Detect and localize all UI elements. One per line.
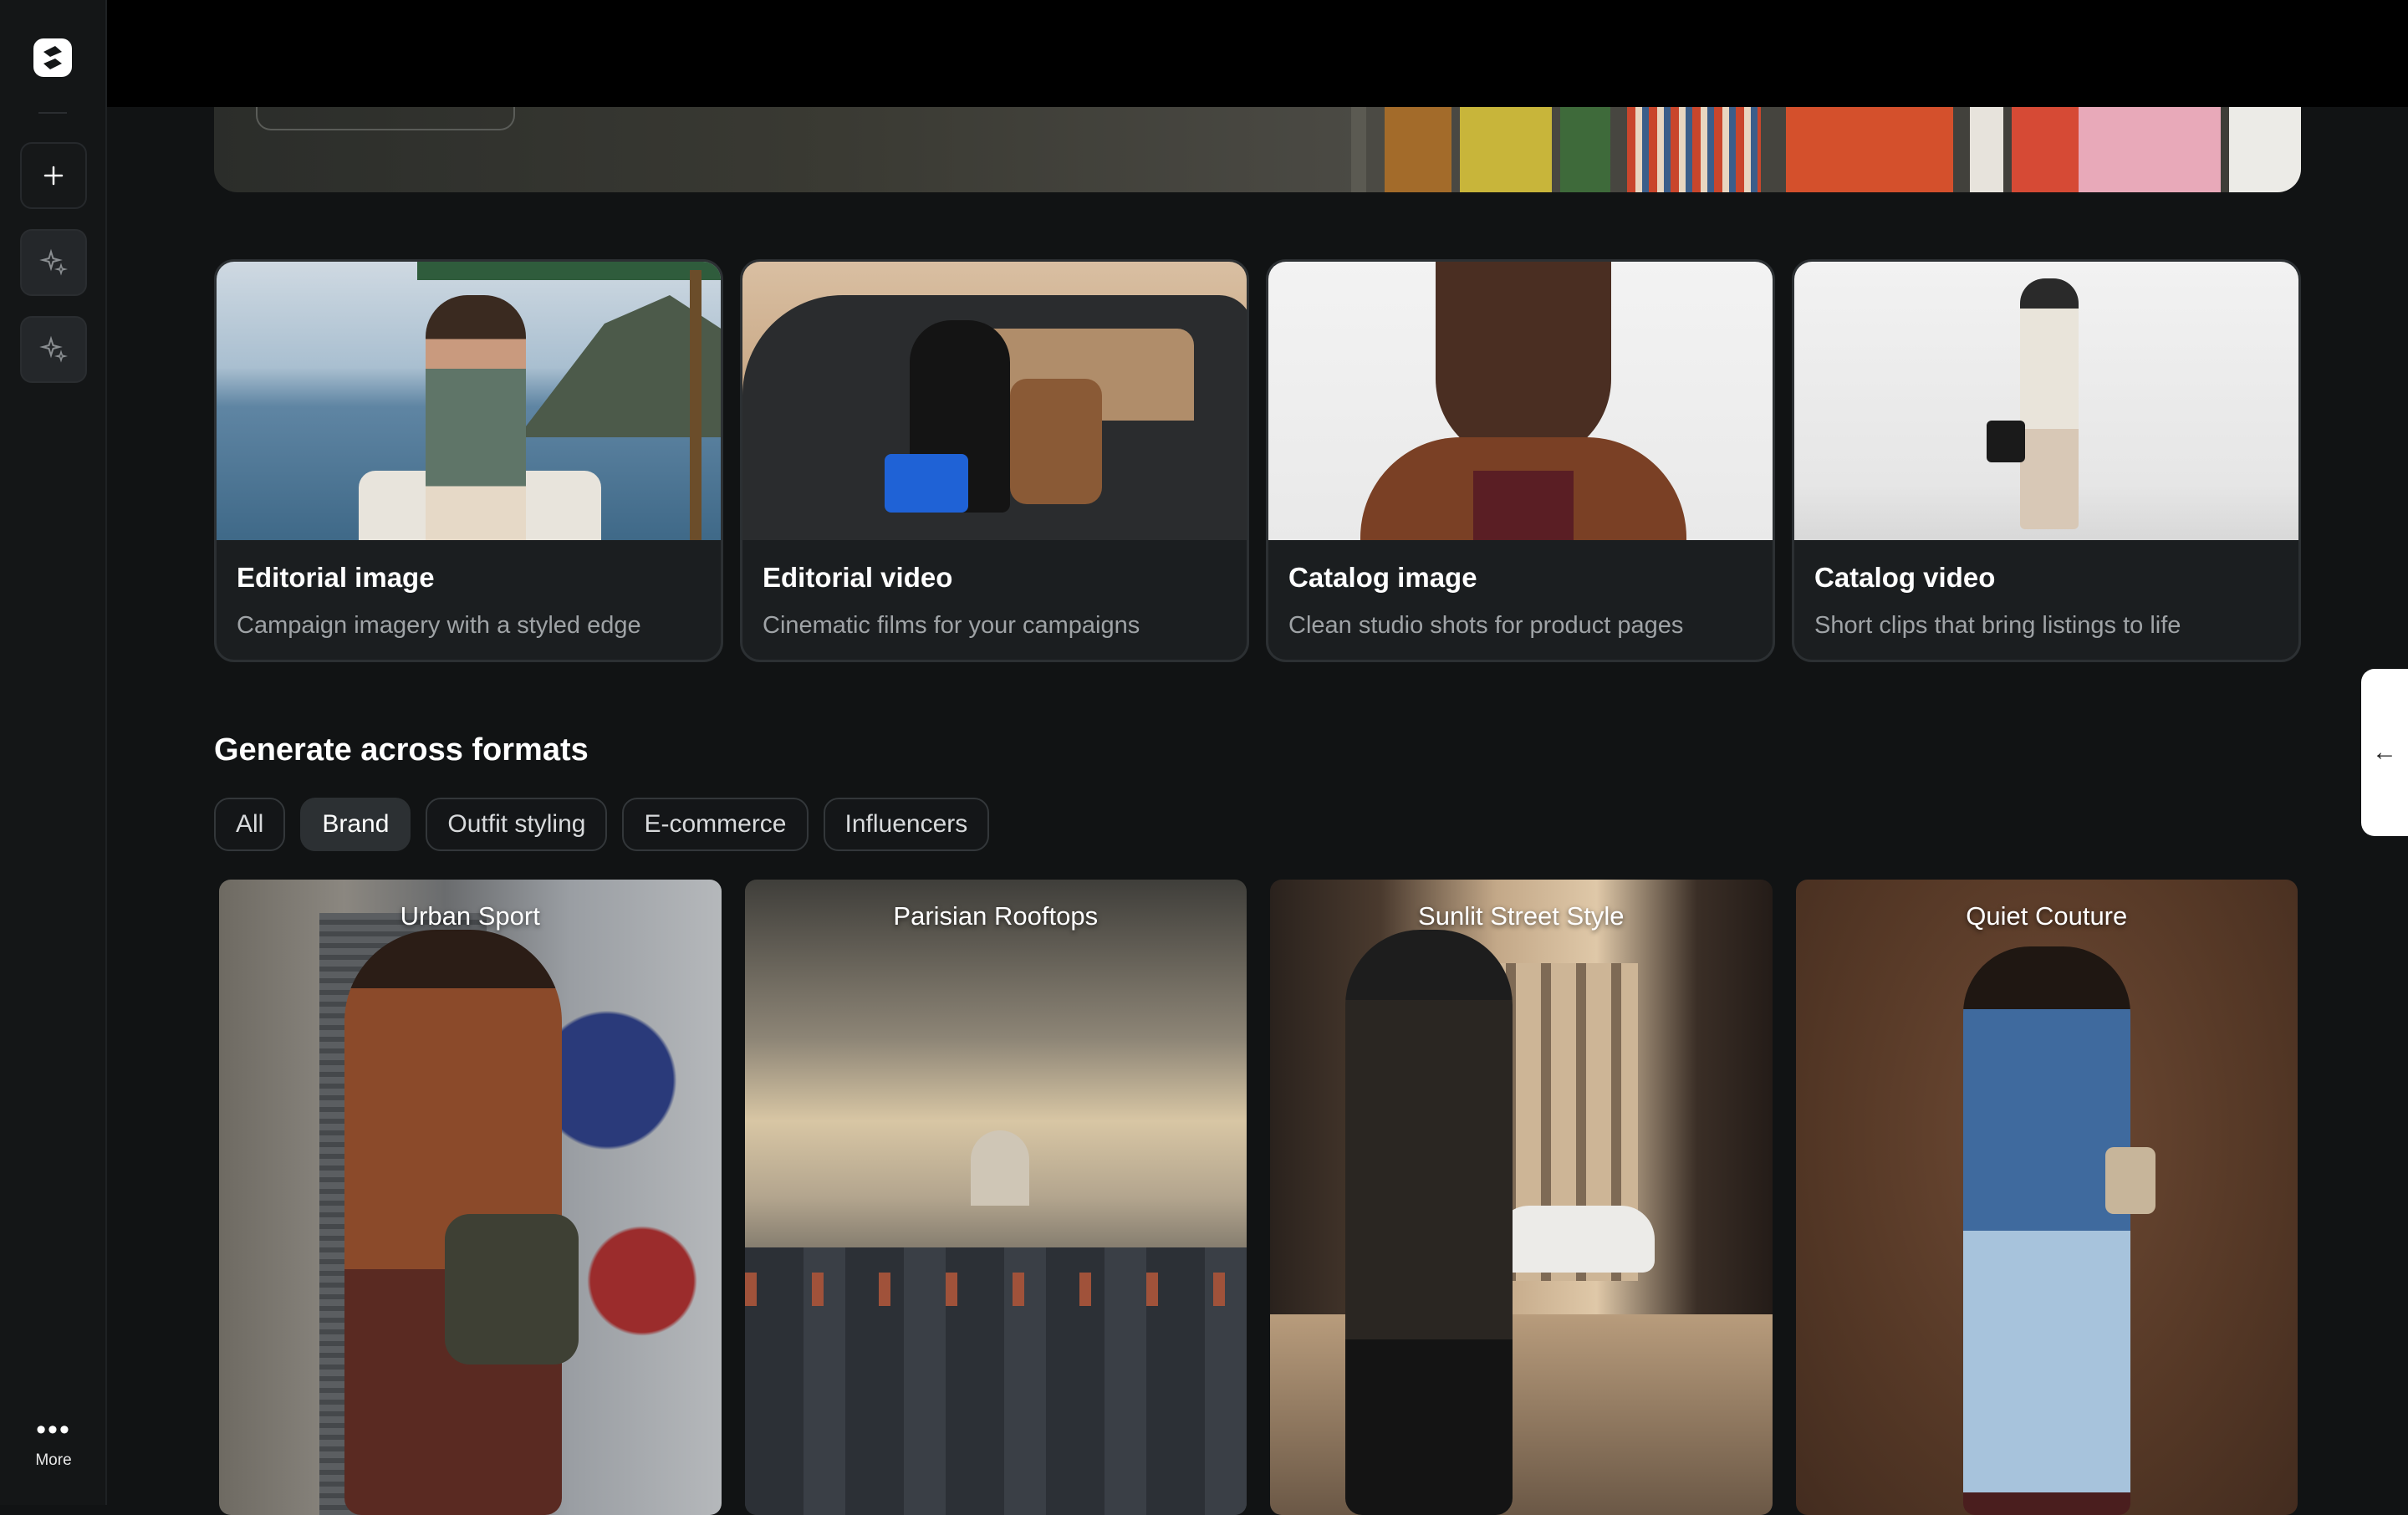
filter-chips: All Brand Outfit styling E-commerce Infl… bbox=[214, 798, 990, 851]
tile-label: Sunlit Street Style bbox=[1418, 901, 1625, 931]
chip-brand[interactable]: Brand bbox=[300, 798, 411, 851]
collapse-panel-button[interactable]: ← bbox=[2361, 669, 2408, 836]
chip-influencers[interactable]: Influencers bbox=[823, 798, 990, 851]
card-catalog-image[interactable]: Catalog image Clean studio shots for pro… bbox=[1266, 259, 1775, 662]
model-bag bbox=[445, 1214, 579, 1365]
model-shirt bbox=[1473, 471, 1574, 540]
more-dots-icon: ••• bbox=[36, 1414, 71, 1446]
tile-quiet-couture[interactable]: Quiet Couture bbox=[1795, 880, 2298, 1515]
model-figure bbox=[426, 295, 526, 540]
tile-parisian-rooftops[interactable]: Parisian Rooftops bbox=[744, 880, 1247, 1515]
hero-model-figure bbox=[1351, 100, 1366, 192]
tile-label: Quiet Couture bbox=[1966, 901, 2128, 931]
tile-sunlit-street-style[interactable]: Sunlit Street Style bbox=[1270, 880, 1773, 1515]
top-bar bbox=[0, 0, 2408, 107]
tile-label: Parisian Rooftops bbox=[893, 901, 1099, 931]
arrow-left-icon: ← bbox=[2372, 738, 2397, 766]
card-image bbox=[1794, 262, 2298, 540]
card-editorial-video[interactable]: Editorial video Cinematic films for your… bbox=[740, 259, 1249, 662]
model-figure bbox=[1345, 930, 1513, 1515]
sidebar: ••• More bbox=[0, 0, 107, 1505]
sidebar-divider bbox=[38, 112, 67, 114]
card-editorial-image[interactable]: Editorial image Campaign imagery with a … bbox=[214, 259, 723, 662]
card-catalog-video[interactable]: Catalog video Short clips that bring lis… bbox=[1792, 259, 2301, 662]
tile-image bbox=[1795, 880, 2298, 1515]
sparkle-icon bbox=[39, 335, 68, 363]
model-figure bbox=[2020, 278, 2079, 529]
sidebar-item-styles[interactable] bbox=[20, 316, 87, 383]
more-label: More bbox=[35, 1451, 72, 1469]
sacre-coeur bbox=[970, 1130, 1029, 1206]
tile-image bbox=[744, 880, 1247, 1515]
card-image bbox=[742, 262, 1247, 540]
card-description: Clean studio shots for product pages bbox=[1288, 612, 1684, 639]
tile-urban-sport[interactable]: Urban Sport bbox=[219, 880, 722, 1515]
tile-image bbox=[219, 880, 722, 1515]
card-description: Campaign imagery with a styled edge bbox=[237, 612, 641, 639]
chip-all[interactable]: All bbox=[214, 798, 286, 851]
chimneys bbox=[744, 1273, 1247, 1306]
boat-pole bbox=[690, 270, 701, 540]
car-seat bbox=[1010, 379, 1102, 504]
tile-label: Urban Sport bbox=[400, 901, 540, 931]
model-head bbox=[1436, 262, 1611, 462]
car bbox=[1496, 1206, 1655, 1273]
card-image bbox=[217, 262, 721, 540]
chip-e-commerce[interactable]: E-commerce bbox=[622, 798, 809, 851]
card-description: Short clips that bring listings to life bbox=[1814, 612, 2181, 639]
blue-bag bbox=[885, 454, 968, 513]
model-bag bbox=[1987, 421, 2025, 462]
model-figure bbox=[1962, 946, 2130, 1515]
new-project-button[interactable] bbox=[20, 142, 87, 209]
style-tiles: Urban Sport Parisian Rooftops Sunlit Str… bbox=[219, 880, 2298, 1515]
card-description: Cinematic films for your campaigns bbox=[763, 612, 1140, 639]
card-title: Editorial image bbox=[237, 562, 435, 593]
section-title: Generate across formats bbox=[214, 732, 589, 768]
model-bag bbox=[2104, 1147, 2155, 1214]
format-cards: Editorial image Campaign imagery with a … bbox=[214, 259, 2301, 662]
chip-outfit-styling[interactable]: Outfit styling bbox=[426, 798, 608, 851]
card-title: Catalog image bbox=[1288, 562, 1477, 593]
more-button[interactable]: ••• More bbox=[0, 1414, 107, 1470]
sparkle-icon bbox=[39, 248, 68, 276]
sidebar-item-generate[interactable] bbox=[20, 229, 87, 296]
brand-logo-icon[interactable] bbox=[33, 38, 72, 77]
card-title: Catalog video bbox=[1814, 562, 1996, 593]
card-title: Editorial video bbox=[763, 562, 953, 593]
boat-awning bbox=[417, 262, 721, 280]
tile-image bbox=[1270, 880, 1773, 1515]
card-image bbox=[1268, 262, 1773, 540]
plus-icon bbox=[43, 166, 64, 186]
